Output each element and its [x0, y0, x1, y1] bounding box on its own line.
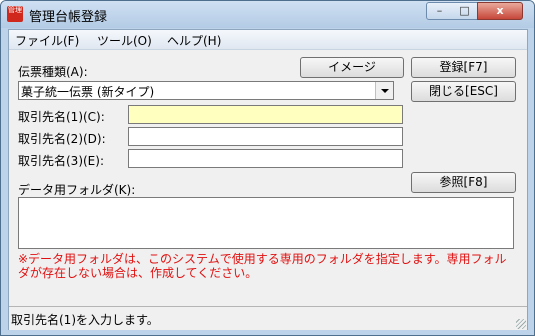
- partner2-label: 取引先名(2)(D):: [18, 132, 106, 146]
- browse-button[interactable]: 参照[F8]: [411, 172, 516, 193]
- maximize-button[interactable]: □: [452, 2, 478, 20]
- close-button[interactable]: 閉じる[ESC]: [411, 81, 516, 102]
- menu-file[interactable]: ファイル(F): [15, 32, 79, 49]
- resize-grip-icon[interactable]: [516, 319, 526, 329]
- app-icon: 管理: [7, 6, 23, 22]
- partner3-input[interactable]: [128, 149, 403, 168]
- folder-note: ※データ用フォルダは、このシステムで使用する専用のフォルダを指定します。専用フォ…: [18, 252, 507, 280]
- data-folder-label: データ用フォルダ(K):: [18, 183, 136, 197]
- status-text: 取引先名(1)を入力します。: [11, 313, 159, 327]
- minimize-button[interactable]: –: [426, 2, 453, 20]
- chevron-down-icon[interactable]: [375, 82, 393, 99]
- menu-help[interactable]: ヘルプ(H): [167, 32, 221, 49]
- slip-type-value: 菓子統一伝票 (新タイプ): [21, 85, 155, 99]
- slip-type-label: 伝票種類(A):: [18, 65, 88, 79]
- data-folder-input[interactable]: [18, 197, 514, 249]
- partner3-label: 取引先名(3)(E):: [18, 154, 104, 168]
- client-area: ファイル(F) ツール(O) ヘルプ(H) 伝票種類(A): イメージ 登録[F…: [8, 29, 528, 330]
- title-bar[interactable]: 管理 管理台帳登録 – □ x: [1, 1, 534, 28]
- close-window-button[interactable]: x: [477, 2, 523, 20]
- menu-bar: ファイル(F) ツール(O) ヘルプ(H): [9, 30, 527, 50]
- status-bar: 取引先名(1)を入力します。: [9, 306, 527, 330]
- app-window: 管理 管理台帳登録 – □ x ファイル(F) ツール(O) ヘルプ(H) 伝票…: [0, 0, 535, 336]
- slip-type-select[interactable]: 菓子統一伝票 (新タイプ): [18, 81, 394, 100]
- menu-tools[interactable]: ツール(O): [97, 32, 152, 49]
- register-button[interactable]: 登録[F7]: [411, 57, 516, 78]
- partner2-input[interactable]: [128, 127, 403, 146]
- image-button[interactable]: イメージ: [300, 57, 404, 78]
- window-title: 管理台帳登録: [29, 10, 108, 25]
- partner1-label: 取引先名(1)(C):: [18, 110, 105, 124]
- partner1-input[interactable]: [128, 105, 403, 124]
